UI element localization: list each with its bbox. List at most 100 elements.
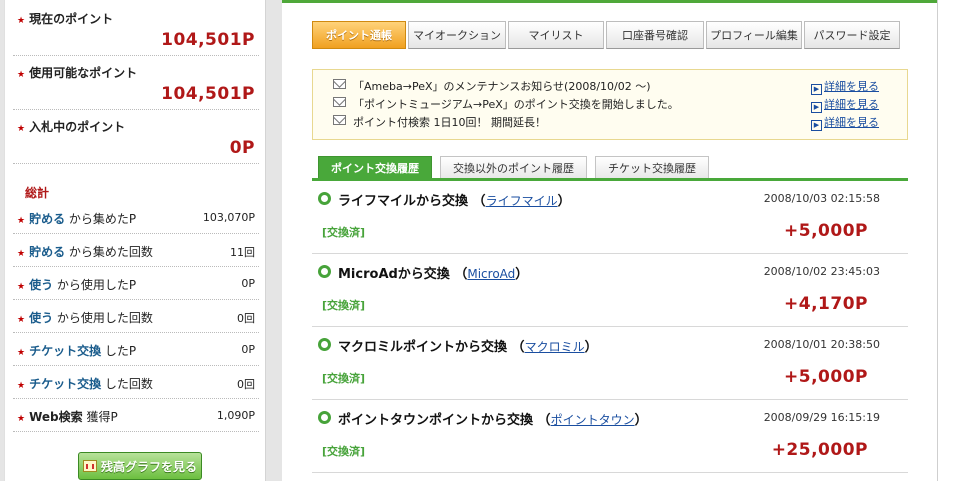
stat-label: から集めたP: [65, 212, 137, 226]
notice-text: ポイント付検索 1日10回！ 期間延長！: [353, 116, 546, 129]
history-entry: MicroAdから交換 （MicroAd） 2008/10/02 23:45:0…: [312, 254, 908, 327]
stat-value: 0P: [241, 343, 255, 356]
stat-value: 0回: [237, 378, 255, 391]
entry-source-link[interactable]: ライフマイル: [486, 194, 558, 208]
star-icon: ★: [17, 414, 26, 424]
stat-row: ★ 使う から使用したP 0P: [13, 267, 259, 300]
tab-password-settings[interactable]: パスワード設定: [804, 21, 900, 49]
arrow-right-icon: ▶: [811, 84, 822, 95]
entry-status: [交換済]: [322, 299, 366, 312]
stat-keyword-link[interactable]: 使う: [29, 278, 53, 292]
subtab-other-history[interactable]: 交換以外のポイント履歴: [440, 156, 587, 178]
entry-date: 2008/10/02 23:45:03: [763, 265, 880, 278]
star-icon: ★: [17, 282, 26, 292]
stat-value: 103,070P: [202, 211, 255, 224]
envelope-icon: [333, 79, 346, 89]
entry-date: 2008/10/03 02:15:58: [763, 192, 880, 205]
bidding-points-label: 入札中のポイント: [29, 120, 126, 134]
notice-item: 「Ameba→PeX」のメンテナンスお知らせ(2008/10/02 ～) ▶ 詳細…: [333, 77, 903, 95]
star-icon: ★: [17, 216, 26, 226]
main-content: ポイント通帳 マイオークション マイリスト 口座番号確認 プロフィール編集 パス…: [282, 0, 937, 481]
current-points-value: 104,501P: [161, 30, 255, 50]
star-icon: ★: [17, 16, 26, 26]
envelope-icon: [333, 115, 346, 125]
main-tabs: ポイント通帳 マイオークション マイリスト 口座番号確認 プロフィール編集 パス…: [312, 21, 900, 49]
entry-amount: +5,000P: [784, 367, 868, 387]
star-icon: ★: [17, 124, 26, 134]
circle-bullet-icon: [318, 192, 331, 205]
stat-row: ★ 貯める から集めた回数 11回: [13, 234, 259, 267]
tab-my-auction[interactable]: マイオークション: [408, 21, 506, 49]
notice-text: 「ポイントミュージアム→PeX」のポイント交換を開始しました。: [353, 98, 679, 111]
current-points-block: ★ 現在のポイント 104,501P: [13, 10, 259, 56]
history-subtabs: ポイント交換履歴 交換以外のポイント履歴 チケット交換履歴: [318, 156, 709, 178]
stat-keyword-link[interactable]: 使う: [29, 311, 53, 325]
circle-bullet-icon: [318, 411, 331, 424]
history-entry: ポイントタウンポイントから交換 （ポイントタウン） 2008/09/29 16:…: [312, 400, 908, 473]
tab-point-passbook[interactable]: ポイント通帳: [312, 21, 406, 49]
entry-date: 2008/10/01 20:38:50: [763, 338, 880, 351]
stat-value: 11回: [230, 246, 255, 259]
star-icon: ★: [17, 249, 26, 259]
stat-label: したP: [101, 344, 137, 358]
star-icon: ★: [17, 381, 26, 391]
bar-graph-icon: [82, 460, 97, 472]
stat-row: ★ 貯める から集めたP 103,070P: [13, 201, 259, 234]
entry-amount: +5,000P: [784, 221, 868, 241]
details-link[interactable]: ▶ 詳細を見る: [811, 78, 879, 95]
entry-title: MicroAdから交換: [338, 267, 450, 282]
entry-date: 2008/09/29 16:15:19: [763, 411, 880, 424]
entry-title: ライフマイルから交換: [338, 194, 469, 209]
notice-item: 「ポイントミュージアム→PeX」のポイント交換を開始しました。 ▶ 詳細を見る: [333, 95, 903, 113]
entry-status: [交換済]: [322, 445, 366, 458]
bidding-points-value: 0P: [229, 138, 255, 158]
entry-status: [交換済]: [322, 226, 366, 239]
stat-label: から使用したP: [53, 278, 137, 292]
bidding-points-block: ★ 入札中のポイント 0P: [13, 118, 259, 164]
subtab-exchange-history[interactable]: ポイント交換履歴: [318, 156, 432, 178]
notice-text: 「Ameba→PeX」のメンテナンスお知らせ(2008/10/02 ～): [353, 80, 651, 93]
notice-item: ポイント付検索 1日10回！ 期間延長！ ▶ 詳細を見る: [333, 113, 903, 131]
tab-account-number[interactable]: 口座番号確認: [606, 21, 704, 49]
summary-title: 総計: [25, 186, 50, 200]
arrow-right-icon: ▶: [811, 102, 822, 113]
stat-value: 1,090P: [216, 409, 255, 422]
balance-graph-button[interactable]: 残高グラフを見る: [78, 452, 202, 480]
stat-value: 0回: [237, 312, 255, 325]
envelope-icon: [333, 97, 346, 107]
balance-graph-button-label: 残高グラフを見る: [100, 459, 197, 474]
stat-value: 0P: [241, 277, 255, 290]
star-icon: ★: [17, 315, 26, 325]
entry-source-link[interactable]: MicroAd: [467, 267, 515, 281]
history-entry: マクロミルポイントから交換 （マクロミル） 2008/10/01 20:38:5…: [312, 327, 908, 400]
details-link[interactable]: ▶ 詳細を見る: [811, 114, 879, 131]
details-link[interactable]: ▶ 詳細を見る: [811, 96, 879, 113]
current-points-label: 現在のポイント: [29, 12, 114, 26]
points-sidebar: ★ 現在のポイント 104,501P ★ 使用可能なポイント 104,501P ★ 入…: [4, 0, 266, 481]
stat-row: ★ チケット交換 したP 0P: [13, 333, 259, 366]
history-entry: ライフマイルから交換 （ライフマイル） 2008/10/03 02:15:58 …: [312, 181, 908, 254]
stat-label: 獲得P: [82, 410, 118, 424]
usable-points-block: ★ 使用可能なポイント 104,501P: [13, 64, 259, 110]
stat-label: から使用した回数: [53, 311, 153, 325]
stat-keyword-link[interactable]: 貯める: [29, 212, 65, 226]
entry-source-link[interactable]: ポイントタウン: [551, 413, 635, 427]
stat-keyword-link[interactable]: チケット交換: [29, 377, 101, 391]
entry-title: マクロミルポイントから交換: [338, 340, 508, 355]
tab-my-list[interactable]: マイリスト: [508, 21, 604, 49]
circle-bullet-icon: [318, 338, 331, 351]
entry-source-link[interactable]: マクロミル: [525, 340, 585, 354]
star-icon: ★: [17, 70, 26, 80]
stat-keyword-link[interactable]: チケット交換: [29, 344, 101, 358]
circle-bullet-icon: [318, 265, 331, 278]
right-margin: [937, 0, 968, 481]
stat-row: ★ 使う から使用した回数 0回: [13, 300, 259, 333]
stat-row: ★ Web検索 獲得P 1,090P: [13, 399, 259, 432]
arrow-right-icon: ▶: [811, 120, 822, 131]
star-icon: ★: [17, 348, 26, 358]
subtab-ticket-history[interactable]: チケット交換履歴: [595, 156, 709, 178]
tab-profile-edit[interactable]: プロフィール編集: [706, 21, 802, 49]
entry-title: ポイントタウンポイントから交換: [338, 413, 534, 428]
stat-keyword-link[interactable]: 貯める: [29, 245, 65, 259]
entry-status: [交換済]: [322, 372, 366, 385]
